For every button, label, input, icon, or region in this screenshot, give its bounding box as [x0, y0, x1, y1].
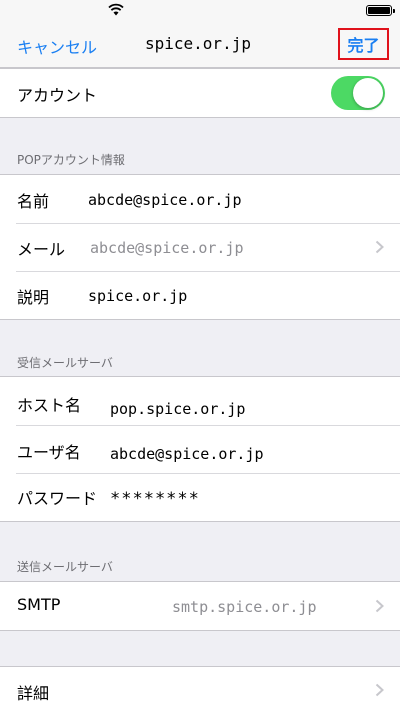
section-header-incoming: 受信メールサーバ [17, 356, 113, 370]
host-label: ホスト名 [17, 396, 82, 415]
username-row[interactable]: ユーザ名 abcde@spice.or.jp [0, 425, 400, 473]
description-value[interactable]: spice.or.jp [88, 287, 187, 305]
name-label: 名前 [17, 192, 50, 211]
chevron-right-icon [375, 240, 384, 254]
done-label: 完了 [347, 36, 380, 55]
smtp-row[interactable]: SMTP smtp.spice.or.jp [0, 582, 400, 630]
nav-title: spice.or.jp [145, 34, 251, 53]
battery-icon [366, 5, 395, 16]
name-value[interactable]: abcde@spice.or.jp [88, 191, 242, 209]
details-group: 詳細 [0, 666, 400, 711]
section-header-pop: POPアカウント情報 [17, 153, 125, 167]
name-row[interactable]: 名前 abcde@spice.or.jp [0, 175, 400, 223]
email-label: メール [17, 240, 66, 259]
incoming-server-group: ホスト名 pop.spice.or.jp ユーザ名 abcde@spice.or… [0, 376, 400, 522]
details-row[interactable]: 詳細 [0, 667, 400, 711]
account-group: アカウント [0, 68, 400, 118]
navigation-bar: キャンセル spice.or.jp 完了 [0, 20, 400, 68]
done-button[interactable]: 完了 [338, 28, 389, 60]
password-value[interactable]: ******** [110, 489, 200, 509]
email-value: abcde@spice.or.jp [90, 239, 244, 257]
email-row[interactable]: メール abcde@spice.or.jp [0, 223, 400, 271]
chevron-right-icon [375, 599, 384, 613]
wifi-icon [108, 3, 124, 16]
host-row[interactable]: ホスト名 pop.spice.or.jp [0, 377, 400, 425]
username-label: ユーザ名 [17, 443, 81, 462]
description-label: 説明 [17, 288, 50, 307]
password-row[interactable]: パスワード ******** [0, 473, 400, 521]
details-label: 詳細 [17, 684, 50, 703]
pop-account-group: 名前 abcde@spice.or.jp メール abcde@spice.or.… [0, 174, 400, 320]
description-row[interactable]: 説明 spice.or.jp [0, 271, 400, 319]
chevron-right-icon [375, 683, 384, 697]
smtp-label: SMTP [17, 595, 61, 614]
account-row: アカウント [0, 69, 400, 117]
account-label: アカウント [17, 86, 98, 105]
toggle-knob [353, 78, 383, 108]
status-bar [0, 0, 400, 20]
smtp-value: smtp.spice.or.jp [172, 598, 317, 616]
host-value[interactable]: pop.spice.or.jp [110, 400, 245, 418]
username-value[interactable]: abcde@spice.or.jp [110, 445, 264, 463]
account-toggle[interactable] [331, 76, 385, 110]
section-header-outgoing: 送信メールサーバ [17, 560, 113, 574]
outgoing-server-group: SMTP smtp.spice.or.jp [0, 581, 400, 631]
password-label: パスワード [17, 489, 98, 508]
cancel-button[interactable]: キャンセル [17, 34, 97, 58]
